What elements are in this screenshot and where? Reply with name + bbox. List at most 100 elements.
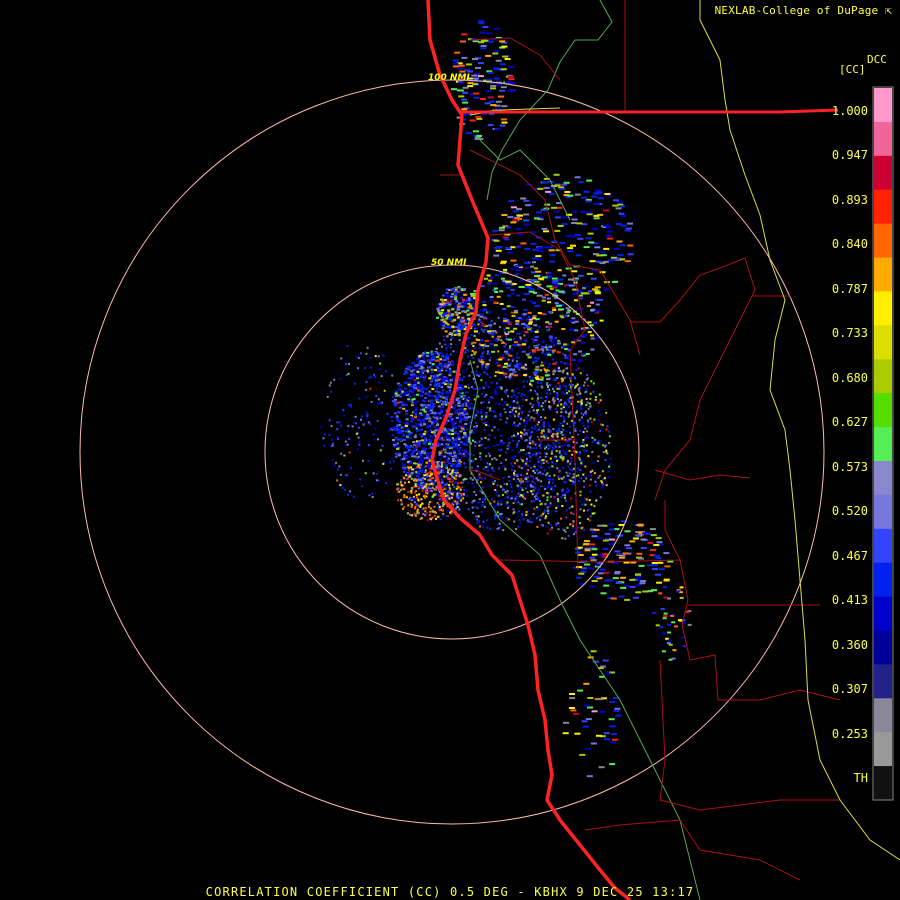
echo-pixel bbox=[414, 506, 417, 509]
echo-pixel bbox=[591, 436, 594, 439]
echo-pixel bbox=[455, 312, 459, 315]
echo-pixel bbox=[578, 181, 585, 184]
echo-pixel bbox=[465, 449, 468, 452]
echo-pixel bbox=[571, 210, 577, 213]
echo-pixel bbox=[520, 480, 523, 483]
echo-pixel bbox=[385, 370, 388, 373]
echo-pixel bbox=[406, 434, 410, 437]
echo-pixel bbox=[591, 451, 594, 453]
echo-pixel bbox=[446, 385, 450, 388]
echo-pixel bbox=[569, 425, 572, 428]
echo-pixel bbox=[600, 592, 607, 595]
echo-pixel bbox=[569, 462, 572, 465]
echo-pixel bbox=[344, 440, 347, 443]
echo-pixel bbox=[568, 401, 571, 404]
echo-pixel bbox=[486, 526, 489, 529]
echo-pixel bbox=[582, 543, 589, 546]
echo-pixel bbox=[416, 393, 420, 396]
echo-pixel bbox=[500, 500, 503, 502]
echo-pixel bbox=[481, 415, 483, 418]
echo-pixel bbox=[560, 495, 563, 498]
echo-pixel bbox=[496, 246, 503, 248]
legend-color-segment bbox=[874, 596, 892, 632]
echo-pixel bbox=[435, 488, 437, 491]
echo-pixel bbox=[416, 418, 420, 421]
echo-pixel bbox=[468, 341, 470, 343]
echo-pixel bbox=[330, 425, 333, 428]
echo-pixel bbox=[425, 393, 429, 396]
echo-pixel bbox=[410, 506, 413, 508]
echo-pixel bbox=[379, 362, 382, 365]
echo-pixel bbox=[418, 415, 421, 418]
echo-pixel bbox=[503, 482, 506, 485]
echo-pixel bbox=[509, 406, 511, 409]
echo-pixel bbox=[343, 454, 346, 457]
echo-pixel bbox=[497, 500, 500, 503]
echo-pixel bbox=[408, 380, 412, 383]
echo-pixel bbox=[497, 350, 500, 353]
echo-pixel bbox=[454, 477, 457, 480]
echo-pixel bbox=[413, 497, 416, 500]
echo-pixel bbox=[569, 479, 572, 482]
echo-pixel bbox=[548, 346, 553, 348]
echo-pixel bbox=[528, 322, 533, 325]
echo-pixel bbox=[454, 288, 458, 291]
echo-pixel bbox=[580, 353, 585, 356]
echo-pixel bbox=[503, 345, 506, 348]
echo-pixel bbox=[564, 409, 567, 412]
echo-pixel bbox=[525, 399, 528, 401]
echo-pixel bbox=[472, 431, 475, 434]
echo-pixel bbox=[524, 331, 529, 333]
echo-pixel bbox=[480, 344, 485, 347]
echo-pixel bbox=[470, 466, 473, 469]
echo-pixel bbox=[494, 402, 497, 405]
echo-pixel bbox=[552, 428, 555, 431]
echo-pixel bbox=[399, 499, 402, 502]
echo-pixel bbox=[603, 288, 610, 291]
echo-pixel bbox=[560, 444, 563, 447]
echo-pixel bbox=[513, 413, 515, 416]
echo-pixel bbox=[590, 503, 593, 506]
echo-pixel bbox=[432, 400, 435, 403]
echo-pixel bbox=[567, 194, 574, 197]
echo-pixel bbox=[551, 465, 554, 468]
echo-pixel bbox=[420, 482, 423, 485]
echo-pixel bbox=[421, 418, 425, 421]
echo-pixel bbox=[599, 568, 606, 571]
echo-pixel bbox=[540, 340, 545, 343]
echo-pixel bbox=[599, 710, 606, 713]
echo-pixel bbox=[569, 394, 572, 397]
echo-pixel bbox=[558, 401, 561, 404]
echo-pixel bbox=[499, 485, 502, 488]
echo-pixel bbox=[640, 580, 647, 582]
echo-pixel bbox=[549, 392, 551, 395]
echo-pixel bbox=[438, 506, 441, 508]
echo-pixel bbox=[516, 484, 519, 487]
echo-pixel bbox=[547, 492, 550, 495]
echo-pixel bbox=[436, 374, 439, 377]
echo-pixel bbox=[565, 430, 568, 433]
echo-pixel bbox=[329, 381, 332, 384]
echo-pixel bbox=[341, 487, 344, 489]
legend-tick-label: TH bbox=[853, 771, 868, 785]
echo-pixel bbox=[620, 576, 627, 579]
echo-pixel bbox=[403, 438, 406, 441]
echo-pixel bbox=[552, 478, 555, 481]
echo-pixel bbox=[624, 530, 631, 533]
echo-pixel bbox=[516, 352, 519, 355]
echo-pixel bbox=[647, 564, 653, 567]
echo-pixel bbox=[496, 484, 499, 487]
echo-pixel bbox=[571, 218, 578, 221]
echo-pixel bbox=[479, 315, 484, 318]
echo-pixel bbox=[573, 533, 575, 536]
echo-pixel bbox=[511, 315, 516, 317]
echo-pixel bbox=[414, 408, 418, 411]
echo-pixel bbox=[529, 389, 532, 392]
echo-pixel bbox=[537, 479, 540, 482]
echo-pixel bbox=[481, 352, 484, 355]
echo-pixel bbox=[581, 720, 588, 723]
echo-pixel bbox=[503, 372, 508, 375]
echo-pixel bbox=[413, 394, 416, 397]
legend-tick-label: 0.520 bbox=[831, 504, 868, 519]
echo-pixel bbox=[513, 462, 516, 465]
